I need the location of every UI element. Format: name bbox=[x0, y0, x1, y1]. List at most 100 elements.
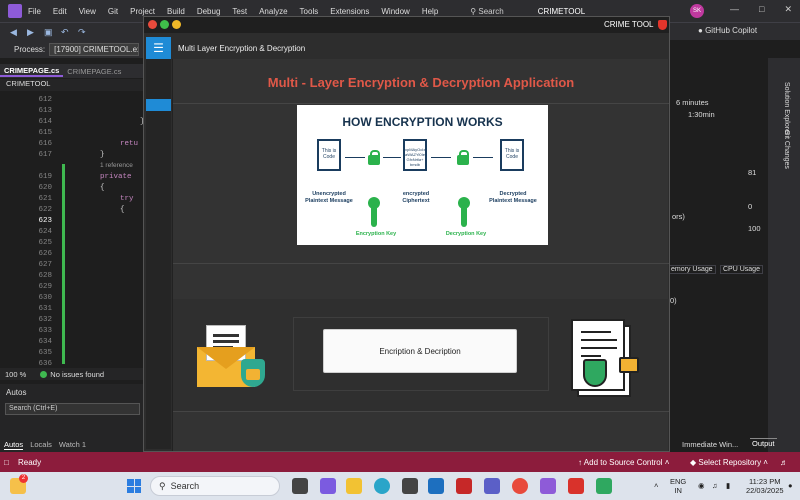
code-line[interactable]: 633 bbox=[0, 327, 145, 338]
language-indicator[interactable]: ENG IN bbox=[670, 477, 686, 495]
sidebar-active-item[interactable] bbox=[146, 99, 171, 111]
code-line[interactable]: 631 bbox=[0, 305, 145, 316]
teams-icon[interactable] bbox=[484, 478, 500, 494]
code-line[interactable]: 612 bbox=[0, 96, 145, 107]
maximize-icon[interactable]: □ bbox=[759, 4, 764, 15]
menu-help[interactable]: Help bbox=[422, 7, 438, 16]
wifi-icon[interactable]: ◉ bbox=[698, 481, 705, 490]
maximize-window-icon[interactable] bbox=[160, 20, 169, 29]
tab-locals[interactable]: Locals bbox=[30, 440, 52, 450]
menu-window[interactable]: Window bbox=[381, 7, 409, 16]
close-window-icon[interactable] bbox=[148, 20, 157, 29]
notification-bell-icon[interactable]: ♬ bbox=[780, 458, 788, 467]
minimize-icon[interactable]: — bbox=[730, 4, 739, 15]
clock[interactable]: 11:23 PM 22/03/2025 bbox=[746, 477, 784, 495]
tab-crimepage-inactive[interactable]: CRIMEPAGE.cs bbox=[63, 67, 125, 76]
back-icon[interactable]: ◀ bbox=[10, 27, 20, 37]
code-line[interactable]: 623 bbox=[0, 217, 145, 228]
hamburger-menu-icon[interactable]: ☰ bbox=[146, 37, 171, 59]
copilot-app-icon[interactable] bbox=[320, 478, 336, 494]
code-line[interactable]: 635 bbox=[0, 349, 145, 360]
volume-icon[interactable]: ♫ bbox=[712, 481, 718, 490]
code-line[interactable]: 622 { bbox=[0, 206, 145, 217]
code-line[interactable]: 614} bbox=[0, 118, 145, 129]
battery-icon[interactable]: ▮ bbox=[726, 481, 730, 490]
encryption-decryption-button[interactable]: Encription & Decription bbox=[323, 329, 517, 373]
code-line[interactable]: 624 bbox=[0, 228, 145, 239]
menu-extensions[interactable]: Extensions bbox=[330, 7, 369, 16]
tray-overflow-icon[interactable]: ˄ bbox=[654, 481, 658, 490]
tab-crimepage-active[interactable]: CRIMEPAGE.cs bbox=[0, 66, 64, 77]
mcafee-icon[interactable] bbox=[456, 478, 472, 494]
tab-memory-usage[interactable]: emory Usage bbox=[668, 265, 716, 274]
avatar[interactable]: SK bbox=[690, 4, 704, 18]
process-select[interactable]: [17900] CRIMETOOL.exe bbox=[49, 42, 140, 56]
code-line[interactable]: 625 bbox=[0, 239, 145, 250]
line-number: 620 bbox=[38, 184, 52, 192]
tab-cpu-usage[interactable]: CPU Usage bbox=[720, 265, 763, 274]
tab-git-changes[interactable]: Git Changes bbox=[783, 130, 790, 169]
file-selector[interactable]: CRIMETOOL bbox=[0, 79, 145, 91]
task-view-icon[interactable] bbox=[292, 478, 308, 494]
tab-autos[interactable]: Autos bbox=[4, 440, 24, 450]
crime-tool-sidebar: ☰ bbox=[146, 37, 171, 449]
menu-git[interactable]: Git bbox=[108, 7, 118, 16]
tab-watch[interactable]: Watch 1 bbox=[59, 440, 86, 450]
zoom-level[interactable]: 100 % bbox=[5, 370, 26, 379]
redo-icon[interactable]: ↷ bbox=[78, 27, 88, 37]
menu-debug[interactable]: Debug bbox=[197, 7, 221, 16]
menu-test[interactable]: Test bbox=[232, 7, 247, 16]
chrome-icon[interactable] bbox=[512, 478, 528, 494]
code-line[interactable]: 632 bbox=[0, 316, 145, 327]
visual-studio-taskbar-icon[interactable] bbox=[540, 478, 556, 494]
tab-solution-explorer[interactable]: Solution Explorer bbox=[783, 82, 790, 135]
tab-output[interactable]: Output bbox=[750, 438, 777, 448]
code-line[interactable]: 620 { bbox=[0, 184, 145, 195]
code-editor[interactable]: 612613614}615616retu617}1 reference619pr… bbox=[0, 92, 145, 367]
menu-analyze[interactable]: Analyze bbox=[259, 7, 287, 16]
store-icon[interactable] bbox=[402, 478, 418, 494]
add-source-control-button[interactable]: ↑ Add to Source Control ˄ bbox=[578, 458, 669, 467]
vs-search[interactable]: ⚲ Search bbox=[470, 7, 503, 16]
tab-immediate-window[interactable]: Immediate Win... bbox=[682, 440, 738, 449]
save-icon[interactable]: ▣ bbox=[44, 27, 54, 37]
forward-icon[interactable]: ▶ bbox=[27, 27, 37, 37]
code-line[interactable]: 629 bbox=[0, 283, 145, 294]
menu-build[interactable]: Build bbox=[167, 7, 185, 16]
issues-indicator[interactable]: No issues found bbox=[40, 370, 104, 379]
code-line[interactable]: 616 retu bbox=[0, 140, 145, 151]
menu-view[interactable]: View bbox=[79, 7, 96, 16]
code-line[interactable]: 615 bbox=[0, 129, 145, 140]
vs-statusbar: □ Ready ↑ Add to Source Control ˄ ◆ Sele… bbox=[0, 452, 800, 472]
code-line[interactable]: 627 bbox=[0, 261, 145, 272]
menu-file[interactable]: File bbox=[28, 7, 41, 16]
code-line[interactable]: 628 bbox=[0, 272, 145, 283]
code-line[interactable]: 636 bbox=[0, 360, 145, 367]
code-line[interactable]: 621 try bbox=[0, 195, 145, 206]
menu-tools[interactable]: Tools bbox=[300, 7, 319, 16]
file-explorer-icon[interactable] bbox=[346, 478, 362, 494]
crime-tool-taskbar-icon[interactable] bbox=[568, 478, 584, 494]
code-line[interactable]: 613 bbox=[0, 107, 145, 118]
notifications-icon[interactable]: ● bbox=[788, 481, 793, 490]
copilot-button[interactable]: ● GitHub Copilot bbox=[698, 26, 757, 35]
taskbar-search-input[interactable]: ⚲ Search bbox=[150, 476, 280, 496]
undo-icon[interactable]: ↶ bbox=[61, 27, 71, 37]
select-repository-button[interactable]: ◆ Select Repository ˄ bbox=[690, 458, 768, 467]
code-line[interactable]: 619 private bbox=[0, 173, 145, 184]
edge-icon[interactable] bbox=[374, 478, 390, 494]
close-icon[interactable]: ✕ bbox=[784, 4, 792, 15]
code-line[interactable]: 626 bbox=[0, 250, 145, 261]
crime-tool-titlebar[interactable]: CRIME TOOL bbox=[144, 17, 669, 33]
app-icon[interactable] bbox=[596, 478, 612, 494]
menu-project[interactable]: Project bbox=[130, 7, 155, 16]
code-line[interactable]: 617} bbox=[0, 151, 145, 162]
code-line[interactable]: 1 reference bbox=[0, 162, 145, 173]
dell-icon[interactable] bbox=[428, 478, 444, 494]
windows-start-icon[interactable] bbox=[127, 479, 141, 493]
autos-search-input[interactable]: Search (Ctrl+E) bbox=[5, 403, 140, 415]
minimize-window-icon[interactable] bbox=[172, 20, 181, 29]
menu-edit[interactable]: Edit bbox=[53, 7, 67, 16]
code-line[interactable]: 634 bbox=[0, 338, 145, 349]
code-line[interactable]: 630 bbox=[0, 294, 145, 305]
